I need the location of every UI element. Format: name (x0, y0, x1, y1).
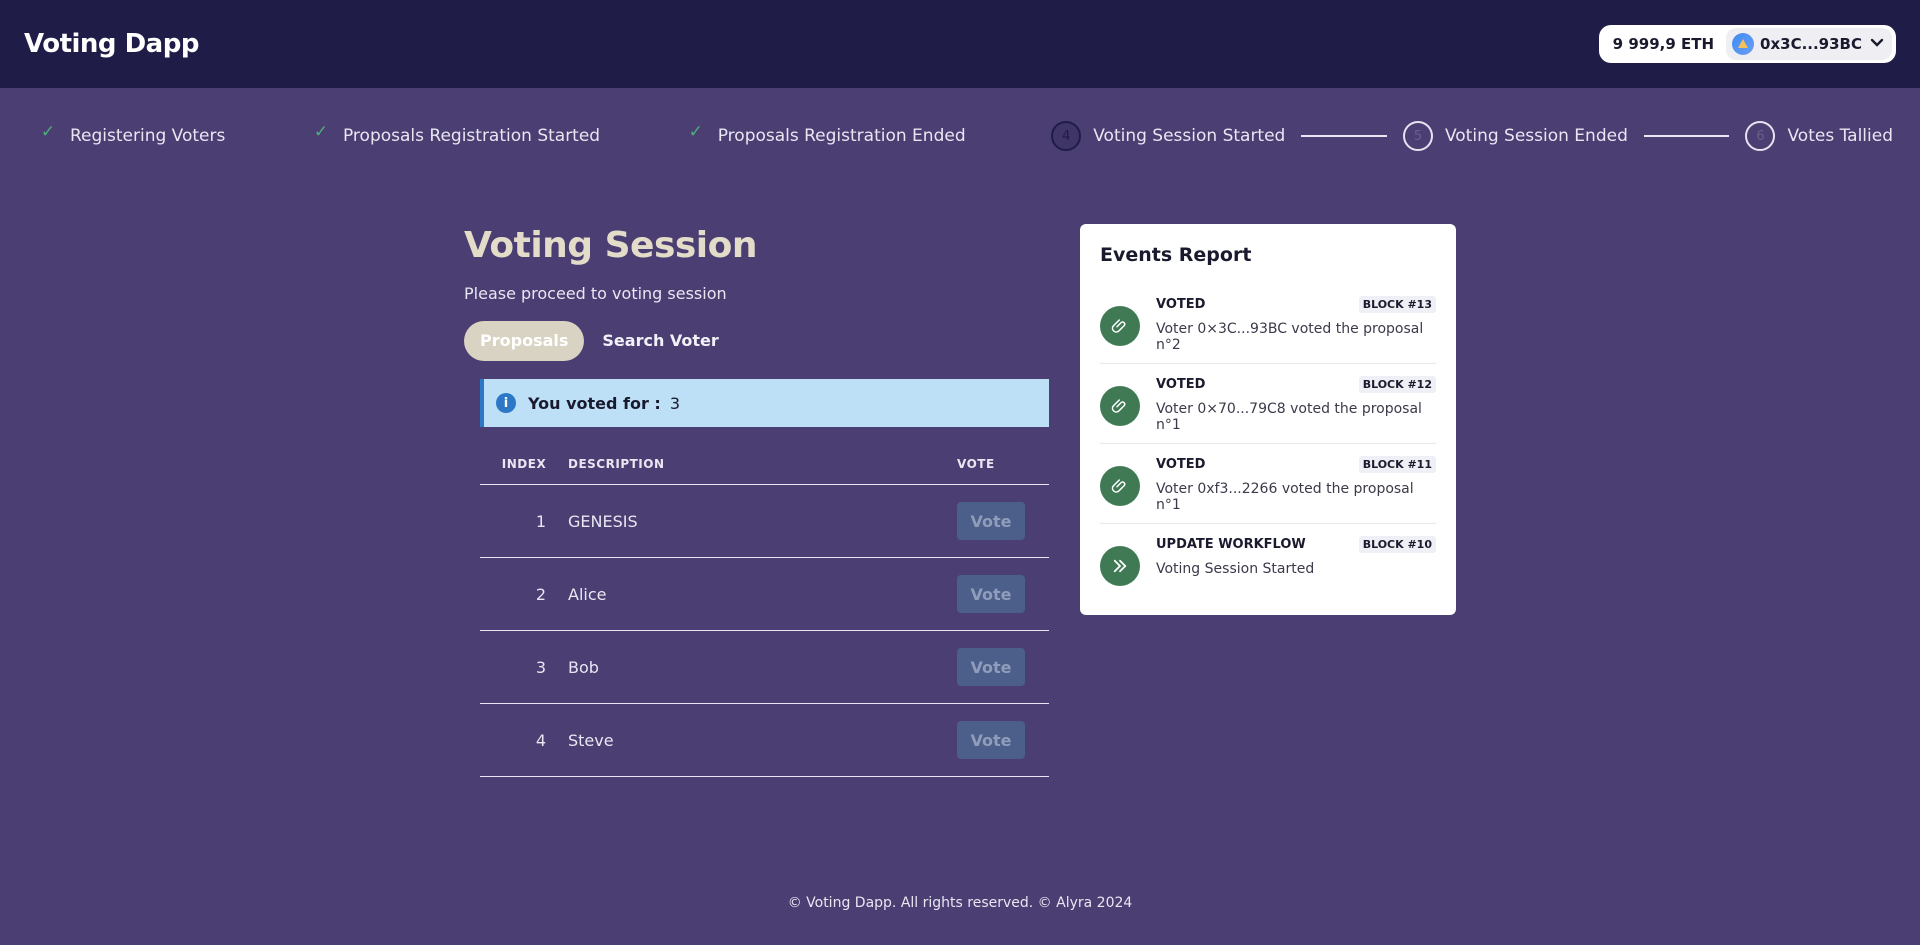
row-description: Steve (568, 730, 614, 750)
row-index: 4 (535, 730, 546, 750)
step-label: Registering Voters (70, 126, 226, 146)
step-label: Proposals Registration Started (342, 126, 601, 146)
check-icon: ✓ (313, 122, 329, 142)
event-description: Voting Session Started (1156, 561, 1315, 577)
step-number: 6 (1745, 121, 1776, 151)
paperclip-icon (1100, 386, 1140, 426)
alert-label: You voted for : (528, 393, 661, 413)
page-title: Voting Session (464, 225, 758, 266)
table-row: 3 Bob Vote (480, 631, 1049, 704)
table-row: 2 Alice Vote (480, 558, 1049, 631)
vote-button[interactable]: Vote (957, 502, 1025, 540)
step-connector (1301, 135, 1387, 137)
account-avatar-icon (1732, 33, 1755, 55)
paperclip-icon (1100, 306, 1140, 346)
header-vote: VOTE (957, 456, 995, 471)
event-description: Voter 0xf3...2266 voted the proposal n°1 (1156, 481, 1414, 513)
step-label: Voting Session Ended (1444, 126, 1628, 146)
event-item: VOTED BLOCK #11 Voter 0xf3...2266 voted … (1100, 444, 1436, 524)
step-number: 5 (1402, 121, 1433, 151)
wallet-balance: 9 999,9 ETH (1612, 35, 1715, 53)
wallet-widget[interactable]: 9 999,9 ETH 0x3C...93BC (1598, 25, 1896, 63)
proposals-table: INDEX DESCRIPTION VOTE 1 GENESIS Vote 2 … (480, 443, 1049, 777)
chevron-down-icon (1870, 36, 1884, 52)
row-index: 2 (535, 584, 546, 604)
step-proposals-registration-ended: ✓ Proposals Registration Ended (686, 122, 966, 146)
event-description: Voter 0×70...79C8 voted the proposal n°1 (1156, 401, 1422, 433)
brand-title[interactable]: Voting Dapp (24, 29, 199, 59)
step-label: Proposals Registration Ended (717, 126, 966, 146)
event-type: UPDATE WORKFLOW (1156, 537, 1306, 552)
event-item: UPDATE WORKFLOW BLOCK #10 Voting Session… (1100, 524, 1436, 604)
tab-bar: Proposals Search Voter (464, 321, 1049, 361)
event-block-badge: BLOCK #11 (1358, 456, 1436, 473)
step-registering-voters: ✓ Registering Voters (38, 122, 226, 146)
vote-button[interactable]: Vote (957, 575, 1025, 613)
voting-panel: Voting Session Please proceed to voting … (464, 225, 1049, 777)
event-block-badge: BLOCK #12 (1358, 376, 1436, 393)
header-description: DESCRIPTION (568, 456, 665, 471)
table-row: 1 GENESIS Vote (480, 485, 1049, 558)
row-index: 3 (535, 657, 546, 677)
top-navbar: Voting Dapp 9 999,9 ETH 0x3C...93BC (0, 0, 1920, 88)
event-description: Voter 0×3C...93BC voted the proposal n°2 (1156, 321, 1424, 353)
account-button[interactable]: 0x3C...93BC (1726, 28, 1892, 60)
step-proposals-registration-started: ✓ Proposals Registration Started (311, 122, 601, 146)
vote-button[interactable]: Vote (957, 721, 1025, 759)
tab-search-voter[interactable]: Search Voter (598, 321, 722, 361)
row-description: Alice (568, 584, 607, 604)
step-voting-session-ended: 5 Voting Session Ended (1402, 121, 1628, 151)
account-address: 0x3C...93BC (1760, 35, 1862, 53)
row-description: Bob (568, 657, 599, 677)
step-connector (1643, 135, 1730, 137)
event-type: VOTED (1156, 297, 1206, 312)
row-description: GENESIS (568, 511, 638, 531)
page-subtitle: Please proceed to voting session (464, 284, 727, 303)
tab-proposals[interactable]: Proposals (464, 321, 585, 361)
event-type: VOTED (1156, 377, 1206, 392)
vote-button[interactable]: Vote (957, 648, 1025, 686)
voted-alert: i You voted for : 3 (480, 379, 1049, 427)
event-item: VOTED BLOCK #13 Voter 0×3C...93BC voted … (1100, 284, 1436, 364)
paperclip-icon (1100, 466, 1140, 506)
event-block-badge: BLOCK #10 (1358, 536, 1436, 553)
double-chevron-right-icon (1100, 546, 1140, 586)
events-report-card: Events Report VOTED BLOCK #13 Voter 0×3C… (1080, 224, 1456, 615)
workflow-stepper: ✓ Registering Voters ✓ Proposals Registr… (38, 118, 1893, 154)
row-index: 1 (535, 511, 546, 531)
info-icon: i (496, 393, 516, 413)
header-index: INDEX (501, 456, 547, 471)
event-type: VOTED (1156, 457, 1206, 472)
step-number: 4 (1051, 121, 1082, 151)
step-label: Voting Session Started (1093, 126, 1286, 146)
step-voting-session-started: 4 Voting Session Started (1051, 121, 1285, 151)
check-icon: ✓ (688, 122, 703, 142)
table-header: INDEX DESCRIPTION VOTE (480, 443, 1049, 485)
event-item: VOTED BLOCK #12 Voter 0×70...79C8 voted … (1100, 364, 1436, 444)
footer-copyright: © Voting Dapp. All rights reserved. © Al… (787, 895, 1133, 911)
step-votes-tallied: 6 Votes Tallied (1745, 121, 1893, 151)
step-label: Votes Tallied (1787, 126, 1893, 146)
table-row: 4 Steve Vote (480, 704, 1049, 777)
check-icon: ✓ (40, 122, 56, 142)
event-block-badge: BLOCK #13 (1358, 296, 1436, 313)
events-title: Events Report (1100, 244, 1252, 266)
alert-value: 3 (669, 393, 681, 413)
